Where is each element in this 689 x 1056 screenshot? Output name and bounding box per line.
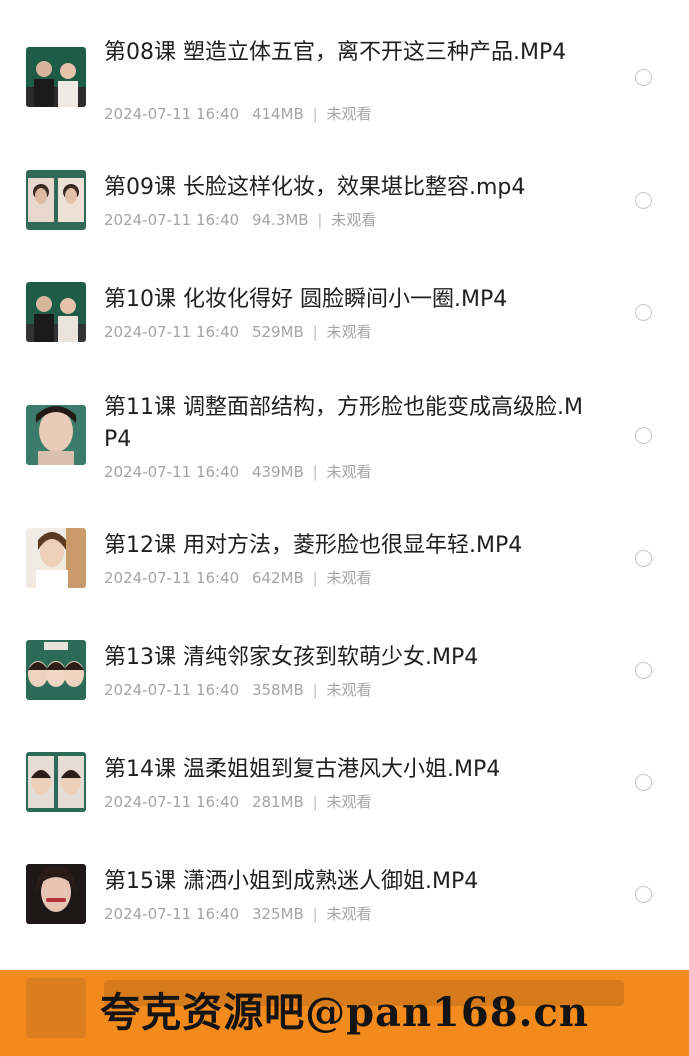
meta-separator: | [317,211,323,229]
select-radio[interactable] [635,886,652,903]
file-title: 第11课 调整面部结构，方形脸也能变成高级脸.MP4 [104,395,583,452]
video-thumbnail [26,282,86,342]
list-item[interactable]: 第12课 用对方法，菱形脸也很显年轻.MP4 2024-07-11 16:40 … [0,525,689,621]
watch-status: 未观看 [326,681,372,699]
select-radio[interactable] [635,304,652,321]
file-title: 第13课 清纯邻家女孩到软萌少女.MP4 [104,645,479,670]
select-radio[interactable] [635,427,652,444]
meta-separator: | [312,463,318,481]
file-meta: 2024-07-11 16:40 281MB | 未观看 [104,791,371,812]
file-date: 2024-07-11 16:40 [104,211,240,229]
watch-status: 未观看 [326,323,372,341]
video-thumbnail [26,405,86,465]
list-item[interactable]: 第10课 化妆化得好 圆脸瞬间小一圈.MP4 2024-07-11 16:40 … [0,279,689,375]
file-date: 2024-07-11 16:40 [104,569,240,587]
watch-status: 未观看 [326,569,372,587]
watermark-text: 夸克资源吧@pan168.cn [100,989,589,1036]
meta-separator: | [312,323,318,341]
watch-status: 未观看 [326,105,372,123]
video-thumbnail [26,528,86,588]
file-size: 358MB [251,681,304,699]
file-meta: 2024-07-11 16:40 642MB | 未观看 [104,567,371,588]
file-meta: 2024-07-11 16:40 414MB | 未观看 [104,103,371,124]
file-size: 529MB [251,323,304,341]
list-item[interactable]: 第09课 长脸这样化妆，效果堪比整容.mp4 2024-07-11 16:40 … [0,167,689,263]
file-size: 281MB [251,793,304,811]
file-date: 2024-07-11 16:40 [104,323,240,341]
select-radio[interactable] [635,550,652,567]
select-radio[interactable] [635,662,652,679]
file-size: 439MB [251,463,304,481]
meta-separator: | [312,793,318,811]
file-meta: 2024-07-11 16:40 529MB | 未观看 [104,321,371,342]
watch-status: 未观看 [326,463,372,481]
file-size: 325MB [251,905,304,923]
watermark-banner: 夸克资源吧@pan168.cn [0,970,689,1056]
select-radio[interactable] [635,69,652,86]
file-date: 2024-07-11 16:40 [104,681,240,699]
file-size: 414MB [251,105,304,123]
file-meta: 2024-07-11 16:40 325MB | 未观看 [104,903,371,924]
file-title: 第14课 温柔姐姐到复古港风大小姐.MP4 [104,757,501,782]
file-date: 2024-07-11 16:40 [104,463,240,481]
watch-status: 未观看 [326,905,372,923]
watch-status: 未观看 [326,793,372,811]
file-title: 第12课 用对方法，菱形脸也很显年轻.MP4 [104,533,523,558]
file-title: 第08课 塑造立体五官，离不开这三种产品.MP4 [104,40,567,65]
file-title: 第09课 长脸这样化妆，效果堪比整容.mp4 [104,175,526,200]
file-title: 第10课 化妆化得好 圆脸瞬间小一圈.MP4 [104,287,508,312]
list-item[interactable]: 第14课 温柔姐姐到复古港风大小姐.MP4 2024-07-11 16:40 2… [0,749,689,845]
video-thumbnail [26,170,86,230]
list-item[interactable]: 第13课 清纯邻家女孩到软萌少女.MP4 2024-07-11 16:40 35… [0,637,689,733]
select-radio[interactable] [635,192,652,209]
file-date: 2024-07-11 16:40 [104,105,240,123]
video-thumbnail [26,752,86,812]
list-item[interactable]: 第11课 调整面部结构，方形脸也能变成高级脸.MP4 2024-07-11 16… [0,392,689,488]
meta-separator: | [312,569,318,587]
meta-separator: | [312,105,318,123]
file-title: 第15课 潇洒小姐到成熟迷人御姐.MP4 [104,869,479,894]
video-thumbnail [26,640,86,700]
video-thumbnail [26,864,86,924]
select-radio[interactable] [635,774,652,791]
file-meta: 2024-07-11 16:40 439MB | 未观看 [104,461,371,482]
meta-separator: | [312,905,318,923]
file-date: 2024-07-11 16:40 [104,793,240,811]
file-size: 642MB [251,569,304,587]
file-meta: 2024-07-11 16:40 94.3MB | 未观看 [104,209,376,230]
file-date: 2024-07-11 16:40 [104,905,240,923]
list-item[interactable]: 第08课 塑造立体五官，离不开这三种产品.MP4 2024-07-11 16:4… [0,30,689,126]
file-meta: 2024-07-11 16:40 358MB | 未观看 [104,679,371,700]
video-thumbnail [26,47,86,107]
file-size: 94.3MB [251,211,309,229]
list-item[interactable]: 第15课 潇洒小姐到成熟迷人御姐.MP4 2024-07-11 16:40 32… [0,861,689,957]
watch-status: 未观看 [331,211,377,229]
meta-separator: | [312,681,318,699]
